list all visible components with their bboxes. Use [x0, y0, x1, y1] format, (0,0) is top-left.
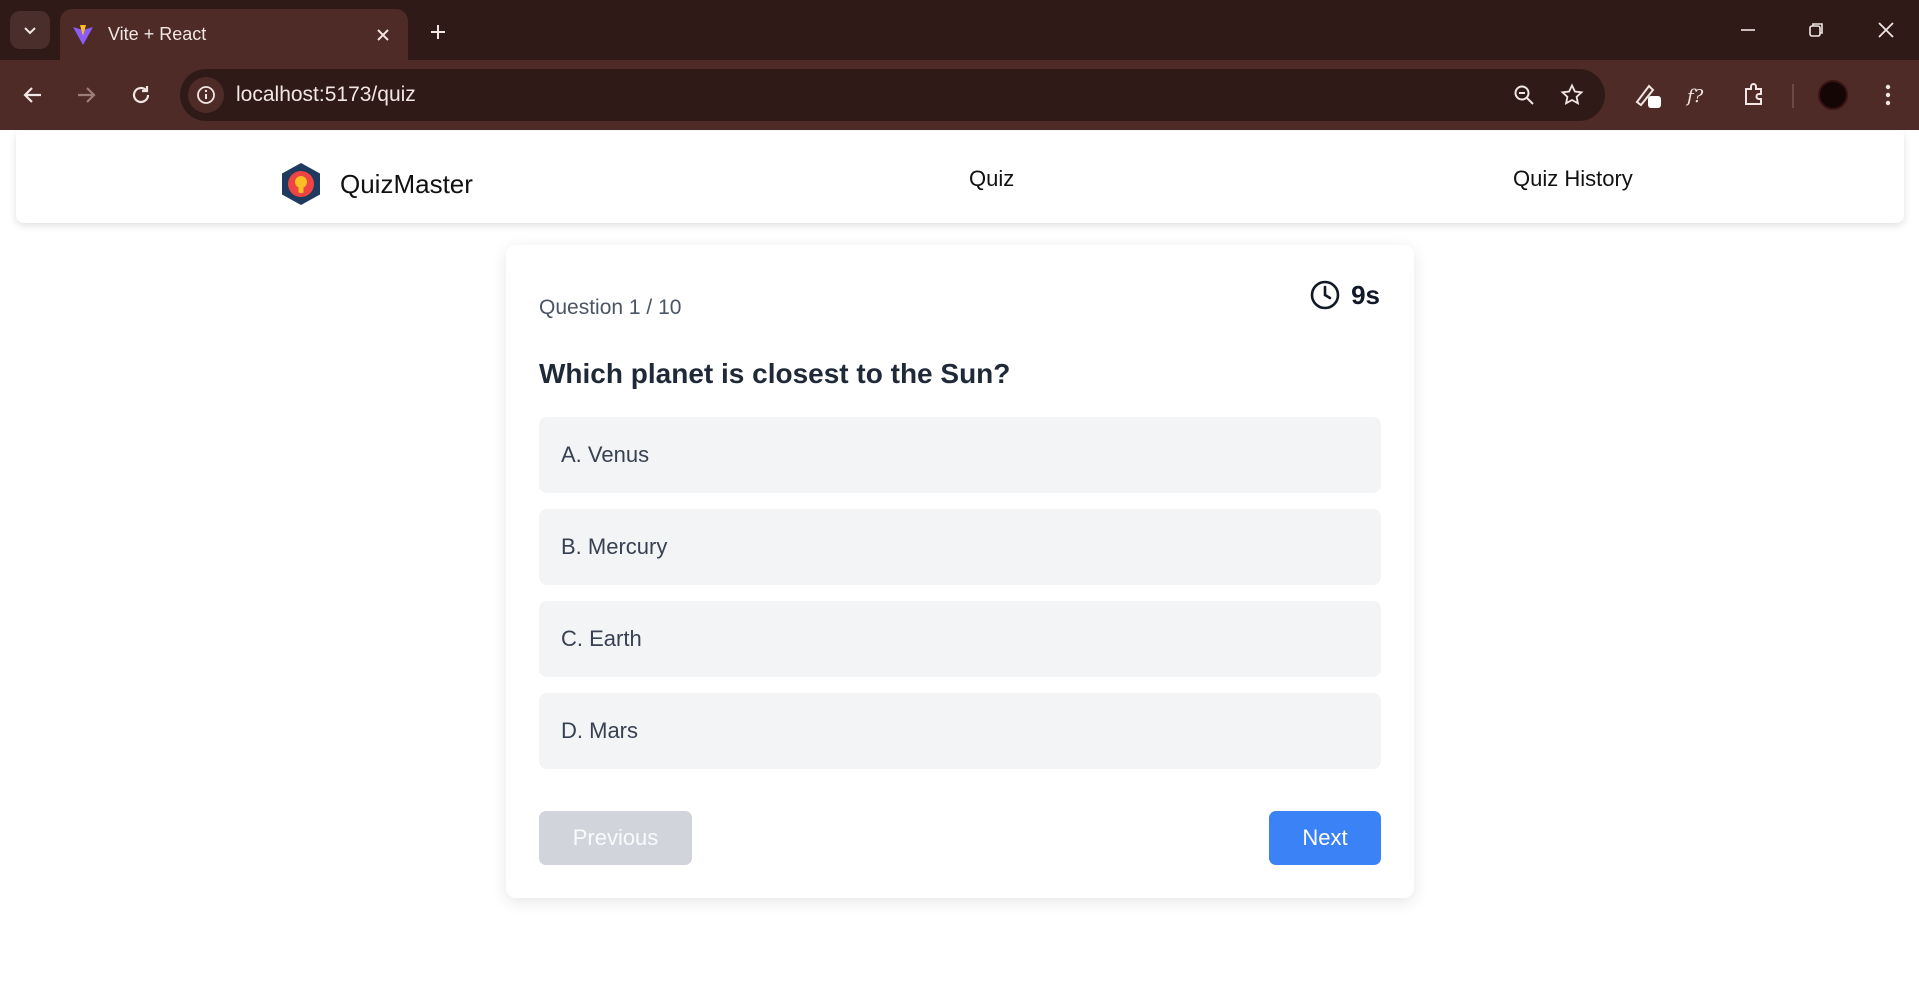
tab-search-button[interactable] — [10, 11, 50, 49]
restore-icon — [1809, 23, 1823, 37]
reload-icon — [132, 86, 150, 104]
next-button[interactable]: Next — [1269, 811, 1381, 865]
puzzle-icon — [1745, 83, 1762, 105]
answer-option-c[interactable]: C. Earth — [539, 601, 1381, 677]
url-text: localhost:5173/quiz — [236, 83, 416, 106]
vite-logo-icon — [73, 24, 93, 45]
browser-tab-active[interactable]: Vite + React — [60, 9, 408, 60]
timer-value: 9s — [1351, 279, 1380, 310]
extension-button-2[interactable]: f? — [1680, 77, 1716, 113]
restore-window-button[interactable] — [1792, 8, 1840, 52]
close-icon — [1878, 22, 1894, 38]
arrow-right-icon — [78, 87, 96, 103]
extension-button-1[interactable] — [1630, 77, 1666, 113]
forward-button[interactable] — [66, 75, 106, 115]
star-icon — [1560, 83, 1584, 106]
timer: 9s — [1309, 279, 1380, 311]
tab-title: Vite + React — [108, 24, 207, 44]
more-vertical-icon — [1885, 84, 1891, 106]
zoom-button[interactable] — [1508, 79, 1540, 111]
bookmark-button[interactable] — [1556, 79, 1588, 111]
close-tab-button[interactable] — [368, 20, 398, 50]
pen-extension-icon — [1635, 84, 1661, 108]
quiz-card: Question 1 / 10 9s Which planet is close… — [506, 245, 1414, 898]
question-text: Which planet is closest to the Sun? — [539, 358, 1011, 389]
function-extension-icon: f? — [1685, 86, 1704, 107]
clock-icon — [1310, 280, 1340, 310]
address-bar[interactable]: localhost:5173/quiz — [180, 69, 1605, 121]
answer-option-a[interactable]: A. Venus — [539, 417, 1381, 493]
browser-tab-bar: Vite + React — [0, 0, 1919, 60]
arrow-left-icon — [23, 87, 41, 103]
new-tab-button[interactable] — [420, 14, 456, 50]
brand-link[interactable]: QuizMaster — [278, 161, 473, 207]
answer-option-b[interactable]: B. Mercury — [539, 509, 1381, 585]
previous-button[interactable]: Previous — [539, 811, 692, 865]
browser-menu-button[interactable] — [1870, 77, 1906, 113]
question-counter: Question 1 / 10 — [539, 296, 682, 319]
info-icon — [197, 86, 215, 104]
minimize-icon — [1741, 29, 1755, 31]
svg-text:f?: f? — [1685, 86, 1704, 107]
nav-link-quiz[interactable]: Quiz — [969, 166, 1014, 192]
browser-toolbar: localhost:5173/quiz f? — [0, 60, 1919, 130]
brand-name: QuizMaster — [340, 168, 473, 199]
toolbar-divider — [1792, 84, 1794, 108]
extensions-menu-button[interactable] — [1736, 77, 1772, 113]
plus-icon — [431, 25, 445, 39]
back-button[interactable] — [13, 75, 53, 115]
site-info-button[interactable] — [188, 77, 224, 113]
quizmaster-logo-icon — [282, 163, 320, 205]
profile-avatar[interactable] — [1818, 80, 1848, 110]
close-window-button[interactable] — [1862, 8, 1910, 52]
app-navbar: QuizMaster Quiz Quiz History — [16, 131, 1904, 223]
zoom-out-icon — [1514, 85, 1534, 105]
nav-link-quiz-history[interactable]: Quiz History — [1513, 166, 1633, 192]
chevron-down-icon — [24, 27, 36, 35]
answer-option-d[interactable]: D. Mars — [539, 693, 1381, 769]
reload-button[interactable] — [121, 75, 161, 115]
minimize-window-button[interactable] — [1724, 8, 1772, 52]
close-icon — [377, 28, 389, 41]
